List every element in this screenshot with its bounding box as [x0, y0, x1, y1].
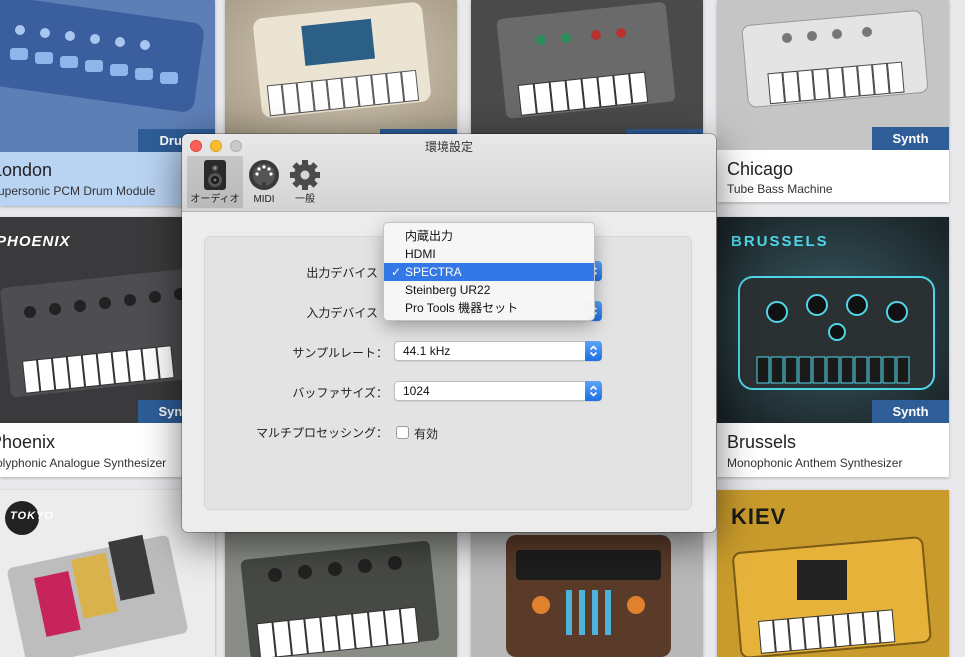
menu-item-pro-tools[interactable]: Pro Tools 機器セット	[384, 299, 594, 317]
product-name: Chicago	[727, 159, 794, 179]
product-card-brussels[interactable]: BRUSSELS Synth Brussels Monophonic Anthe…	[717, 217, 949, 477]
menu-item-label: Pro Tools 機器セット	[405, 301, 519, 315]
checkmark-icon: ✓	[391, 265, 402, 279]
phoenix-logo: PHOENIX	[0, 233, 71, 250]
updown-chevron-icon	[589, 385, 598, 397]
menu-item-label: 内蔵出力	[405, 229, 454, 243]
product-description: Supersonic PCM Drum Module	[0, 184, 156, 198]
tokyo-logo: TOKYO	[10, 510, 54, 522]
toolbar-audio[interactable]: オーディオ	[187, 156, 243, 208]
sample-rate-value: 44.1 kHz	[403, 344, 451, 358]
product-description: Monophonic Anthem Synthesizer	[727, 456, 903, 470]
gear-icon	[289, 159, 321, 191]
multiprocessing-checkbox[interactable]	[396, 426, 409, 439]
product-description: Polyphonic Analogue Synthesizer	[0, 456, 167, 470]
menu-item-label: Steinberg UR22	[405, 283, 491, 297]
product-name: Brussels	[727, 432, 797, 452]
product-card-chicago[interactable]: Synth Chicago Tube Bass Machine	[717, 0, 949, 202]
window-titlebar: 環境設定 オーディオ MIDI 一般	[182, 134, 716, 212]
multiprocessing-label: マルチプロセッシング：	[255, 426, 388, 440]
menu-item-steinberg-ur22[interactable]: Steinberg UR22	[384, 281, 594, 299]
output-device-label: 出力デバイス	[306, 266, 378, 280]
menu-item-label: SPECTRA	[405, 265, 462, 279]
buffer-size-select[interactable]: 1024	[394, 381, 602, 401]
category-badge: Synth	[872, 127, 949, 150]
product-description: Tube Bass Machine	[727, 182, 833, 196]
menu-item-label: HDMI	[405, 247, 436, 261]
speaker-icon	[199, 159, 231, 191]
input-device-label: 入力デバイス	[306, 306, 378, 320]
toolbar-general[interactable]: 一般	[286, 156, 324, 208]
toolbar-label: オーディオ	[190, 194, 240, 205]
toolbar-label: MIDI	[253, 194, 275, 205]
brussels-logo: BRUSSELS	[731, 233, 829, 250]
product-name: Phoenix	[0, 432, 56, 452]
window-title: 環境設定	[424, 140, 473, 154]
buffer-size-label: バッファサイズ：	[292, 386, 388, 400]
menu-item-spectra[interactable]: ✓ SPECTRA	[384, 263, 594, 281]
multiprocessing-checkbox-label[interactable]: 有効	[414, 425, 438, 442]
sample-rate-select[interactable]: 44.1 kHz	[394, 341, 602, 361]
sample-rate-label: サンプルレート：	[292, 346, 388, 360]
kiev-logo: KIEV	[731, 504, 787, 529]
product-name: London	[0, 160, 53, 180]
category-badge: Synth	[872, 400, 949, 423]
select-stepper	[585, 381, 602, 401]
product-card-kiev[interactable]: KIEV	[717, 490, 949, 657]
menu-item-builtin-output[interactable]: 内蔵出力	[384, 227, 594, 245]
select-stepper	[585, 341, 602, 361]
updown-chevron-icon	[589, 345, 598, 357]
menu-item-hdmi[interactable]: HDMI	[384, 245, 594, 263]
toolbar-label: 一般	[295, 194, 315, 205]
toolbar-midi[interactable]: MIDI	[245, 156, 283, 208]
buffer-size-value: 1024	[403, 384, 430, 398]
output-device-menu: 内蔵出力 HDMI ✓ SPECTRA Steinberg UR22 Pro T…	[383, 222, 595, 321]
preferences-window: 環境設定 オーディオ MIDI 一般 出力デバイス 入力デバイス サンプルレート…	[182, 134, 716, 532]
midi-port-icon	[248, 159, 280, 191]
